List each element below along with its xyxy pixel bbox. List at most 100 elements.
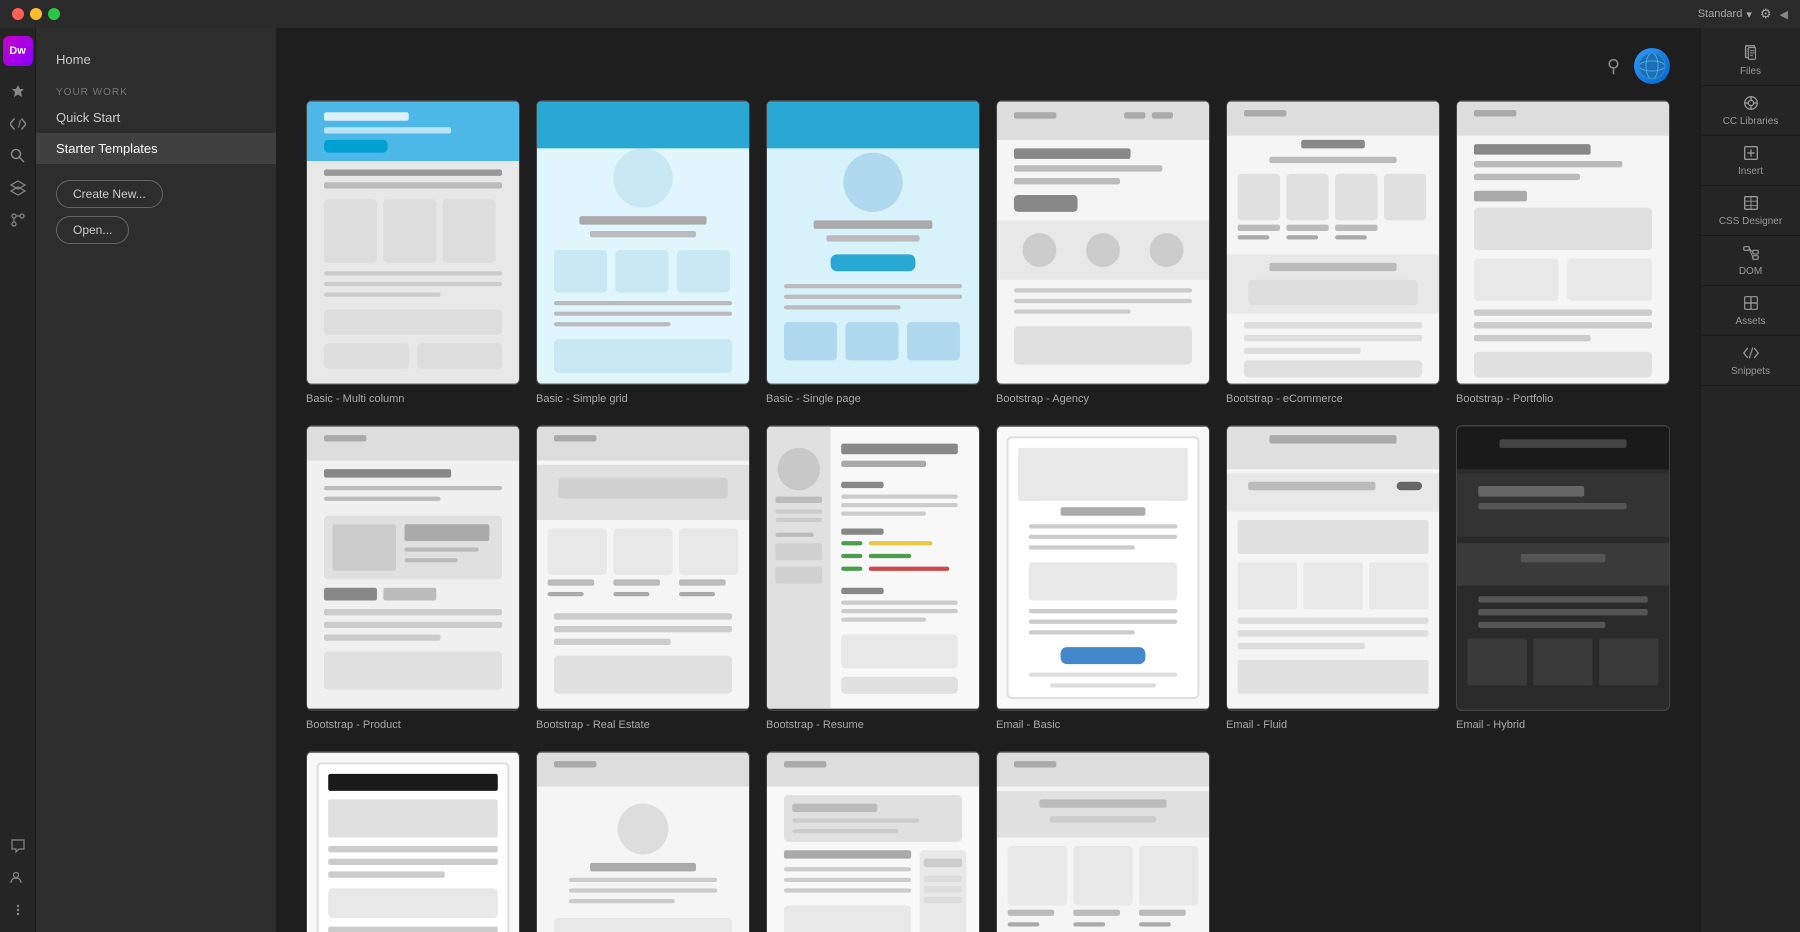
template-card-basic-multi[interactable]: Basic - Multi column <box>306 100 520 405</box>
css-designer-label: CSS Designer <box>1719 216 1782 227</box>
template-thumb-resp-about <box>536 751 750 932</box>
right-panel-css-designer[interactable]: CSS Designer <box>1701 186 1800 236</box>
template-card-bs-realestate[interactable]: Bootstrap - Real Estate <box>536 425 750 730</box>
main-layout: Dw Home YOUR WORK Quick Start Starter <box>0 28 1800 932</box>
template-thumb-bs-ecommerce <box>1226 100 1440 385</box>
template-thumb-bs-resume <box>766 425 980 710</box>
template-label-bs-realestate: Bootstrap - Real Estate <box>536 719 750 731</box>
traffic-lights <box>12 8 60 20</box>
files-icon <box>1742 44 1760 62</box>
template-thumb-email-hybrid <box>1456 425 1670 710</box>
template-card-email-fluid[interactable]: Email - Fluid <box>1226 425 1440 730</box>
template-thumb-bs-agency <box>996 100 1210 385</box>
template-card-bs-portfolio[interactable]: Bootstrap - Portfolio <box>1456 100 1670 405</box>
sidebar-icon-search[interactable] <box>4 142 32 170</box>
sidebar-icon-chat[interactable] <box>4 832 32 860</box>
template-card-email-basic[interactable]: Email - Basic <box>996 425 1210 730</box>
close-button[interactable] <box>12 8 24 20</box>
sidebar-icon-users[interactable] <box>4 864 32 892</box>
right-panel-files[interactable]: Files <box>1701 36 1800 86</box>
titlebar-right: Standard ▾ ⚙ ◀ <box>1698 6 1788 22</box>
titlebar: Standard ▾ ⚙ ◀ <box>0 0 1800 28</box>
template-card-basic-single[interactable]: Basic - Single page <box>766 100 980 405</box>
minimize-button[interactable] <box>30 8 42 20</box>
template-label-basic-simple: Basic - Simple grid <box>536 393 750 405</box>
nav-quick-start[interactable]: Quick Start <box>36 102 276 133</box>
template-grid: Basic - Multi column Basic - Simple grid… <box>306 100 1670 932</box>
template-card-basic-simple[interactable]: Basic - Simple grid <box>536 100 750 405</box>
sidebar-icon-more[interactable] <box>4 896 32 924</box>
template-label-email-basic: Email - Basic <box>996 719 1210 731</box>
standard-label: Standard <box>1698 8 1743 20</box>
files-label: Files <box>1740 66 1761 77</box>
dom-label: DOM <box>1739 266 1762 277</box>
assets-icon <box>1742 294 1760 312</box>
template-card-bs-resume[interactable]: Bootstrap - Resume <box>766 425 980 730</box>
template-label-bs-resume: Bootstrap - Resume <box>766 719 980 731</box>
template-thumb-resp-blog <box>766 751 980 932</box>
create-new-button[interactable]: Create New... <box>56 180 163 208</box>
template-thumb-bs-product <box>306 425 520 710</box>
template-card-resp-about[interactable]: Responsive - About page <box>536 751 750 932</box>
template-card-resp-ecomm[interactable]: Responsive - eCommerce <box>996 751 1210 932</box>
template-card-resp-blog[interactable]: Responsive - Blog post <box>766 751 980 932</box>
content-area: ⚲ Basic - Mu <box>276 28 1700 932</box>
insert-icon <box>1742 144 1760 162</box>
nav-home[interactable]: Home <box>36 44 276 75</box>
nav-starter-templates[interactable]: Starter Templates <box>36 133 276 164</box>
template-label-bs-agency: Bootstrap - Agency <box>996 393 1210 405</box>
template-thumb-email-resp <box>306 751 520 932</box>
template-thumb-basic-simple <box>536 100 750 385</box>
dropdown-arrow: ▾ <box>1746 8 1752 21</box>
template-label-bs-product: Bootstrap - Product <box>306 719 520 731</box>
template-label-basic-single: Basic - Single page <box>766 393 980 405</box>
template-thumb-email-fluid <box>1226 425 1440 710</box>
template-thumb-basic-single <box>766 100 980 385</box>
dw-logo: Dw <box>3 36 33 66</box>
right-panel-cc-libraries[interactable]: CC Libraries <box>1701 86 1800 136</box>
template-card-bs-agency[interactable]: Bootstrap - Agency <box>996 100 1210 405</box>
avatar-globe-icon <box>1637 51 1667 81</box>
open-button[interactable]: Open... <box>56 216 129 244</box>
right-panel-insert[interactable]: Insert <box>1701 136 1800 186</box>
right-panel-snippets[interactable]: Snippets <box>1701 336 1800 386</box>
assets-label: Assets <box>1735 316 1765 327</box>
template-thumb-email-basic <box>996 425 1210 710</box>
search-button[interactable]: ⚲ <box>1607 56 1620 77</box>
right-panel-dom[interactable]: DOM <box>1701 236 1800 286</box>
expand-icon[interactable]: ◀ <box>1780 8 1788 21</box>
sidebar-icon-code[interactable] <box>4 110 32 138</box>
template-card-email-hybrid[interactable]: Email - Hybrid <box>1456 425 1670 730</box>
template-label-email-fluid: Email - Fluid <box>1226 719 1440 731</box>
template-card-bs-ecommerce[interactable]: Bootstrap - eCommerce <box>1226 100 1440 405</box>
template-thumb-bs-portfolio <box>1456 100 1670 385</box>
sidebar-icon-pin[interactable] <box>4 78 32 106</box>
template-card-bs-product[interactable]: Bootstrap - Product <box>306 425 520 730</box>
nav-panel: Home YOUR WORK Quick Start Starter Templ… <box>36 28 276 932</box>
dom-icon <box>1742 244 1760 262</box>
template-label-basic-multi: Basic - Multi column <box>306 393 520 405</box>
template-label-bs-portfolio: Bootstrap - Portfolio <box>1456 393 1670 405</box>
sidebar-icon-git[interactable] <box>4 206 32 234</box>
nav-buttons: Create New... Open... <box>36 164 276 260</box>
template-label-email-hybrid: Email - Hybrid <box>1456 719 1670 731</box>
snippets-label: Snippets <box>1731 366 1770 377</box>
right-panel-assets[interactable]: Assets <box>1701 286 1800 336</box>
insert-label: Insert <box>1738 166 1763 177</box>
cc-libraries-label: CC Libraries <box>1723 116 1779 127</box>
nav-your-work-label: YOUR WORK <box>36 75 276 102</box>
css-designer-icon <box>1742 194 1760 212</box>
avatar[interactable] <box>1634 48 1670 84</box>
right-panel: Files CC Libraries Insert <box>1700 28 1800 932</box>
cc-libraries-icon <box>1742 94 1760 112</box>
standard-dropdown[interactable]: Standard ▾ <box>1698 8 1752 21</box>
template-thumb-basic-multi <box>306 100 520 385</box>
sidebar-icon-layers[interactable] <box>4 174 32 202</box>
template-thumb-resp-ecomm <box>996 751 1210 932</box>
template-label-bs-ecommerce: Bootstrap - eCommerce <box>1226 393 1440 405</box>
template-thumb-bs-realestate <box>536 425 750 710</box>
template-card-email-resp[interactable]: Email - Responsive <box>306 751 520 932</box>
settings-icon[interactable]: ⚙ <box>1760 6 1772 22</box>
snippets-icon <box>1742 344 1760 362</box>
maximize-button[interactable] <box>48 8 60 20</box>
